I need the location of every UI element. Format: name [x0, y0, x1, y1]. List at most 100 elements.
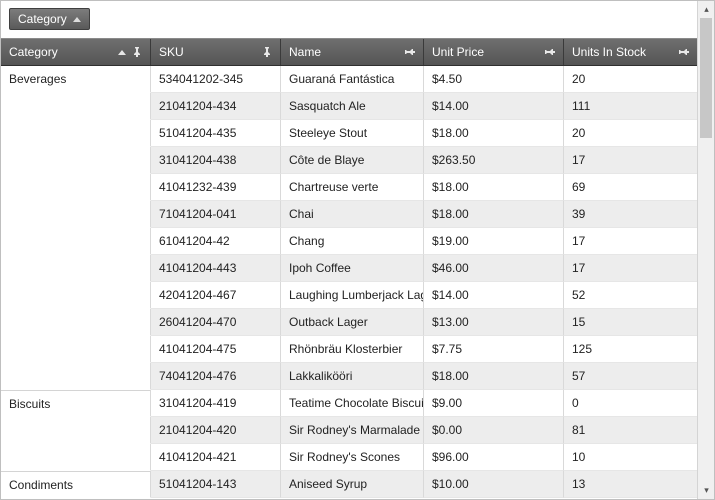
cell-name: Chai: [281, 201, 424, 228]
cell-name: Teatime Chocolate Biscuits: [281, 390, 424, 417]
cell-name: Outback Lager: [281, 309, 424, 336]
cell-stock: 20: [564, 66, 697, 93]
cell-sku: 31041204-438: [151, 147, 281, 174]
col-header-sku[interactable]: SKU: [151, 39, 281, 65]
pin-icon[interactable]: [132, 47, 142, 57]
cell-category: [1, 147, 151, 174]
cell-category: [1, 228, 151, 255]
cell-price: $18.00: [424, 120, 564, 147]
cell-sku: 31041204-419: [151, 390, 281, 417]
cell-sku: 74041204-476: [151, 363, 281, 390]
cell-price: $0.00: [424, 417, 564, 444]
table-row[interactable]: 71041204-041Chai$18.0039: [1, 201, 697, 228]
table-row[interactable]: 74041204-476Lakkalikööri$18.0057: [1, 363, 697, 390]
cell-category: [1, 336, 151, 363]
cell-stock: 57: [564, 363, 697, 390]
table-row[interactable]: Condiments51041204-143Aniseed Syrup$10.0…: [1, 471, 697, 498]
cell-category: [1, 282, 151, 309]
col-header-label: Unit Price: [432, 45, 545, 59]
pin-icon[interactable]: [262, 47, 272, 57]
group-bar: Category: [1, 1, 697, 38]
table-row[interactable]: 41041204-443Ipoh Coffee$46.0017: [1, 255, 697, 282]
cell-sku: 41041204-421: [151, 444, 281, 471]
cell-name: Chartreuse verte: [281, 174, 424, 201]
col-header-label: Name: [289, 45, 405, 59]
cell-stock: 52: [564, 282, 697, 309]
cell-price: $14.00: [424, 93, 564, 120]
vertical-scrollbar[interactable]: ▴ ▾: [697, 1, 714, 499]
cell-sku: 51041204-143: [151, 471, 281, 498]
cell-stock: 17: [564, 147, 697, 174]
table-body: Beverages534041202-345Guaraná Fantástica…: [1, 66, 697, 498]
cell-category: [1, 444, 151, 471]
table-row[interactable]: 41041204-421Sir Rodney's Scones$96.0010: [1, 444, 697, 471]
cell-stock: 15: [564, 309, 697, 336]
cell-price: $18.00: [424, 201, 564, 228]
cell-stock: 0: [564, 390, 697, 417]
cell-category: [1, 309, 151, 336]
cell-sku: 61041204-42: [151, 228, 281, 255]
cell-price: $18.00: [424, 174, 564, 201]
cell-category: [1, 363, 151, 390]
cell-price: $13.00: [424, 309, 564, 336]
cell-name: Laughing Lumberjack Lager: [281, 282, 424, 309]
cell-sku: 41041232-439: [151, 174, 281, 201]
pin-icon[interactable]: [679, 47, 689, 57]
table-row[interactable]: 41041204-475Rhönbräu Klosterbier$7.75125: [1, 336, 697, 363]
triangle-up-icon: [73, 17, 81, 22]
cell-sku: 26041204-470: [151, 309, 281, 336]
cell-price: $46.00: [424, 255, 564, 282]
cell-name: Sasquatch Ale: [281, 93, 424, 120]
table-row[interactable]: Beverages534041202-345Guaraná Fantástica…: [1, 66, 697, 93]
table-header-row: Category SKU Name Unit Price Units In St…: [1, 38, 697, 66]
cell-name: Côte de Blaye: [281, 147, 424, 174]
cell-stock: 17: [564, 228, 697, 255]
cell-stock: 39: [564, 201, 697, 228]
cell-stock: 125: [564, 336, 697, 363]
col-header-name[interactable]: Name: [281, 39, 424, 65]
cell-stock: 13: [564, 471, 697, 498]
cell-price: $4.50: [424, 66, 564, 93]
table-row[interactable]: 41041232-439Chartreuse verte$18.0069: [1, 174, 697, 201]
cell-category: [1, 255, 151, 282]
table-row[interactable]: Biscuits31041204-419Teatime Chocolate Bi…: [1, 390, 697, 417]
table-row[interactable]: 51041204-435Steeleye Stout$18.0020: [1, 120, 697, 147]
scrollbar-thumb[interactable]: [700, 18, 712, 138]
cell-name: Sir Rodney's Scones: [281, 444, 424, 471]
cell-category: [1, 174, 151, 201]
col-header-units-in-stock[interactable]: Units In Stock: [564, 39, 697, 65]
cell-price: $10.00: [424, 471, 564, 498]
cell-name: Chang: [281, 228, 424, 255]
cell-category: Biscuits: [1, 390, 151, 417]
cell-sku: 51041204-435: [151, 120, 281, 147]
table-row[interactable]: 31041204-438Côte de Blaye$263.5017: [1, 147, 697, 174]
table-row[interactable]: 21041204-420Sir Rodney's Marmalade$0.008…: [1, 417, 697, 444]
cell-name: Lakkalikööri: [281, 363, 424, 390]
cell-sku: 534041202-345: [151, 66, 281, 93]
col-header-label: Units In Stock: [572, 45, 679, 59]
table-row[interactable]: 26041204-470Outback Lager$13.0015: [1, 309, 697, 336]
col-header-unit-price[interactable]: Unit Price: [424, 39, 564, 65]
cell-price: $19.00: [424, 228, 564, 255]
scroll-up-arrow-icon[interactable]: ▴: [698, 1, 715, 18]
cell-price: $7.75: [424, 336, 564, 363]
col-header-category[interactable]: Category: [1, 39, 151, 65]
cell-stock: 81: [564, 417, 697, 444]
cell-name: Rhönbräu Klosterbier: [281, 336, 424, 363]
group-pill-category[interactable]: Category: [9, 8, 90, 30]
pin-icon[interactable]: [545, 47, 555, 57]
table-row[interactable]: 61041204-42Chang$19.0017: [1, 228, 697, 255]
pin-icon[interactable]: [405, 47, 415, 57]
cell-sku: 41041204-475: [151, 336, 281, 363]
cell-category: [1, 417, 151, 444]
cell-price: $263.50: [424, 147, 564, 174]
cell-stock: 111: [564, 93, 697, 120]
cell-sku: 42041204-467: [151, 282, 281, 309]
cell-price: $14.00: [424, 282, 564, 309]
col-header-label: Category: [9, 45, 118, 59]
cell-category: Condiments: [1, 471, 151, 498]
scroll-down-arrow-icon[interactable]: ▾: [698, 482, 715, 499]
table-row[interactable]: 42041204-467Laughing Lumberjack Lager$14…: [1, 282, 697, 309]
table-row[interactable]: 21041204-434Sasquatch Ale$14.00111: [1, 93, 697, 120]
cell-name: Aniseed Syrup: [281, 471, 424, 498]
